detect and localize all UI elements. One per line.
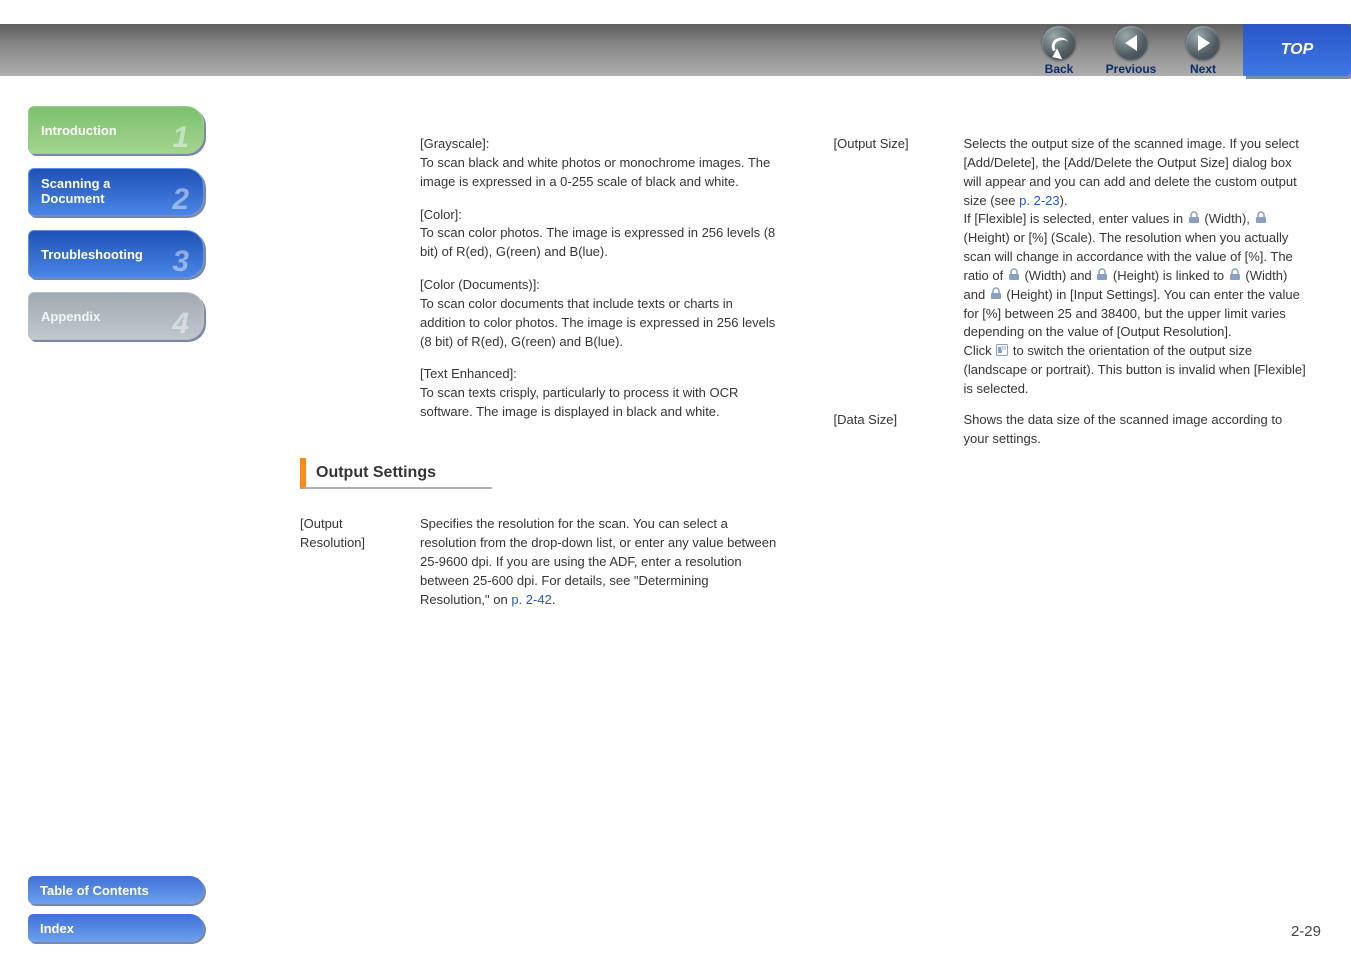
- body-color: To scan color photos. The image is expre…: [420, 224, 778, 262]
- lock-width-icon: [1187, 211, 1201, 225]
- lock-height-icon: [1254, 211, 1268, 225]
- page-content: [Grayscale]: To scan black and white pho…: [300, 135, 1311, 894]
- sidebar-item-introduction[interactable]: Introduction 1: [28, 106, 204, 154]
- next-button[interactable]: Next: [1167, 24, 1239, 76]
- sidebar-item-label: Scanning aDocument: [41, 177, 110, 207]
- body-output-resolution: Specifies the resolution for the scan. Y…: [420, 515, 778, 609]
- lock-width-icon: [1007, 268, 1021, 282]
- back-icon: [1042, 26, 1076, 60]
- sidebar-item-label: Appendix: [41, 309, 100, 324]
- term-text-enhanced: [Text Enhanced]:: [420, 365, 778, 384]
- right-column: [Output Size] Selects the output size of…: [834, 135, 1312, 894]
- back-label: Back: [1045, 62, 1074, 76]
- index-label: Index: [40, 921, 74, 936]
- sidebar-item-appendix[interactable]: Appendix 4: [28, 292, 204, 340]
- link-p-2-42[interactable]: p. 2-42: [511, 592, 551, 607]
- chapter-number-icon: 1: [172, 121, 189, 155]
- chapter-number-icon: 4: [172, 307, 189, 341]
- body-data-size: Shows the data size of the scanned image…: [964, 411, 1312, 449]
- term-color: [Color]:: [420, 206, 778, 225]
- left-column: [Grayscale]: To scan black and white pho…: [300, 135, 778, 894]
- toc-label: Table of Contents: [40, 883, 149, 898]
- orientation-switch-icon: [995, 343, 1009, 357]
- lock-height-icon: [989, 287, 1003, 301]
- sidebar: Introduction 1 Scanning aDocument 2 Trou…: [28, 106, 216, 354]
- sidebar-item-label: Introduction: [41, 123, 117, 138]
- section-heading-output-settings: Output Settings: [300, 458, 492, 489]
- term-color-documents: [Color (Documents)]:: [420, 276, 778, 295]
- previous-label: Previous: [1106, 62, 1157, 76]
- previous-icon: [1114, 26, 1148, 60]
- label-data-size: [Data Size]: [834, 411, 964, 449]
- chapter-number-icon: 2: [172, 183, 189, 218]
- top-label: TOP: [1281, 41, 1314, 59]
- previous-button[interactable]: Previous: [1095, 24, 1167, 76]
- label-output-resolution: [Output Resolution]: [300, 515, 420, 609]
- body-color-documents: To scan color documents that include tex…: [420, 295, 778, 352]
- index-button[interactable]: Index: [28, 914, 204, 942]
- toc-button[interactable]: Table of Contents: [28, 876, 204, 904]
- page-number: 2-29: [1291, 923, 1321, 940]
- label-output-size: [Output Size]: [834, 135, 964, 399]
- lock-height-icon: [1095, 268, 1109, 282]
- term-grayscale: [Grayscale]:: [420, 135, 778, 154]
- back-button[interactable]: Back: [1023, 24, 1095, 76]
- lock-width-icon: [1228, 268, 1242, 282]
- next-label: Next: [1190, 62, 1216, 76]
- sidebar-item-troubleshooting[interactable]: Troubleshooting 3: [28, 230, 204, 278]
- body-grayscale: To scan black and white photos or monoch…: [420, 154, 778, 192]
- sidebar-item-scanning[interactable]: Scanning aDocument 2: [28, 168, 204, 216]
- chapter-number-icon: 3: [172, 245, 189, 279]
- body-output-size: Selects the output size of the scanned i…: [964, 135, 1312, 399]
- link-p-2-23[interactable]: p. 2-23: [1019, 193, 1059, 208]
- top-button[interactable]: TOP: [1243, 24, 1351, 76]
- next-icon: [1186, 26, 1220, 60]
- sidebar-item-label: Troubleshooting: [41, 247, 143, 262]
- body-text-enhanced: To scan texts crisply, particularly to p…: [420, 384, 778, 422]
